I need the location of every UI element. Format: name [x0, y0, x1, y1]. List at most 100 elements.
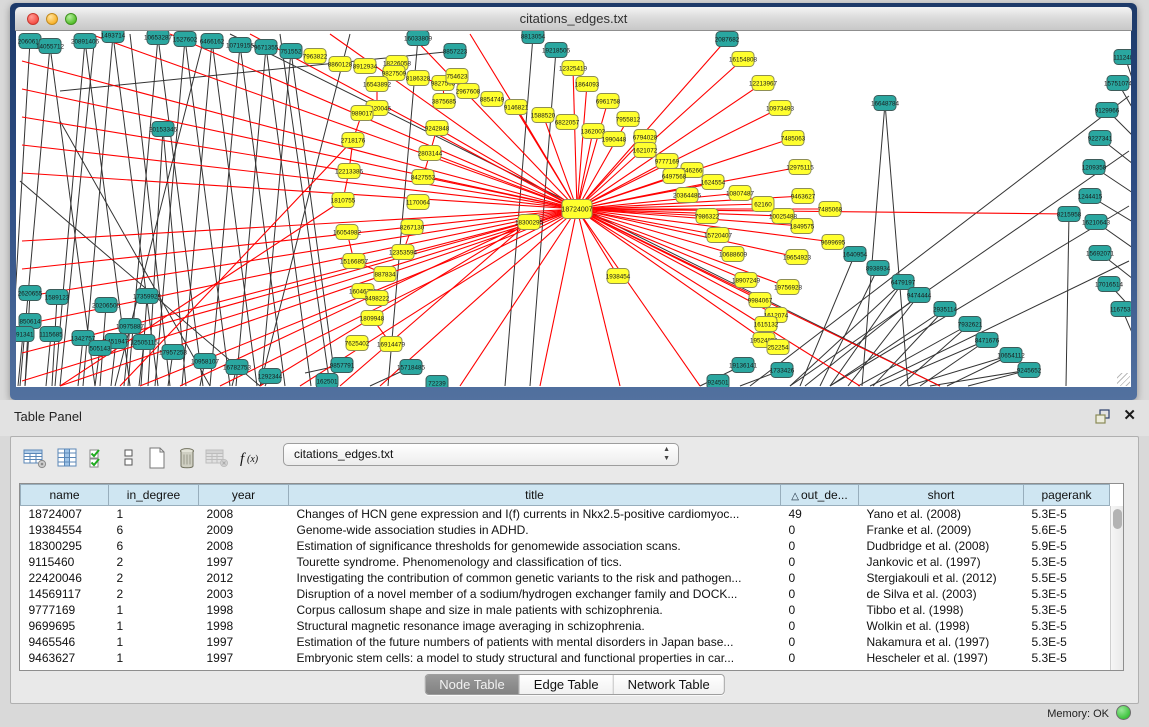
graph-node[interactable]: 3875685 [432, 94, 457, 109]
graph-node[interactable]: 7986322 [695, 209, 720, 224]
graph-node[interactable]: 12505115 [130, 335, 158, 350]
graph-node[interactable]: 12213386 [335, 164, 364, 179]
table-cell[interactable]: Structural magnetic resonance image aver… [289, 618, 781, 634]
table-cell[interactable]: Stergiakouli et al. (2012) [859, 570, 1024, 586]
graph-node[interactable]: 20891406 [71, 34, 100, 49]
table-cell[interactable]: 1 [109, 634, 199, 650]
graph-node[interactable]: 18907249 [732, 273, 761, 288]
graph-node[interactable]: 6822057 [555, 115, 580, 130]
table-row[interactable]: 946362711997Embryonic stem cells: a mode… [21, 650, 1110, 666]
table-cell[interactable]: 0 [781, 634, 859, 650]
graph-node[interactable]: 9227341 [1088, 131, 1113, 146]
graph-node[interactable]: 8912934 [353, 59, 378, 74]
graph-node[interactable]: 7485068 [818, 202, 843, 217]
table-cell[interactable]: 2009 [199, 522, 289, 538]
graph-node[interactable]: 8471676 [975, 333, 1000, 348]
hub-graph-node[interactable]: 18724007 [561, 200, 592, 219]
graph-node[interactable]: 16914479 [377, 337, 406, 352]
table-cell[interactable]: 1 [109, 618, 199, 634]
tab-node-table[interactable]: Node Table [425, 675, 520, 694]
graph-node[interactable]: 15166857 [340, 254, 369, 269]
graph-node[interactable]: 9671355 [254, 40, 279, 55]
graph-node[interactable]: 17957253 [159, 345, 188, 360]
graph-node[interactable]: 16210643 [1082, 215, 1111, 230]
new-table-icon[interactable] [143, 445, 171, 473]
graph-node[interactable]: 1115685 [39, 327, 63, 342]
column-header-in_degree[interactable]: in_degree [109, 485, 199, 506]
graph-node[interactable]: 8857223 [443, 44, 468, 59]
graph-node[interactable]: 1733426 [770, 363, 795, 378]
graph-node[interactable]: 887834 [374, 267, 396, 282]
table-cell[interactable]: 14569117 [21, 586, 109, 602]
table-cell[interactable]: 2003 [199, 586, 289, 602]
graph-node[interactable]: 7955812 [616, 112, 641, 127]
table-cell[interactable]: Nakamura et al. (1997) [859, 634, 1024, 650]
graph-node[interactable]: 10973493 [766, 101, 795, 116]
table-cell[interactable]: Embryonic stem cells: a model to study s… [289, 650, 781, 666]
graph-node[interactable]: 1167533 [1110, 302, 1131, 317]
graph-node[interactable]: 16054982 [333, 225, 362, 240]
graph-node[interactable]: 1170064 [406, 195, 431, 210]
graph-node[interactable]: 1209358 [1082, 160, 1107, 175]
graph-node[interactable]: 6961758 [596, 94, 621, 109]
graph-node[interactable]: 9146821 [504, 100, 529, 115]
table-row[interactable]: 1872400712008Changes of HCN gene express… [21, 506, 1110, 522]
graph-node[interactable]: 9857791 [330, 358, 355, 373]
graph-node[interactable]: 252254 [767, 340, 789, 355]
column-header-out_de[interactable]: △out_de... [781, 485, 859, 506]
graph-node[interactable]: 505143 [89, 341, 111, 356]
table-mode-icon[interactable] [21, 445, 49, 473]
table-cell[interactable]: 1 [109, 602, 199, 618]
table-cell[interactable]: 0 [781, 522, 859, 538]
table-cell[interactable]: 9777169 [21, 602, 109, 618]
column-header-pagerank[interactable]: pagerank [1024, 485, 1110, 506]
table-cell[interactable]: 5.3E-5 [1024, 586, 1110, 602]
graph-node[interactable]: 1938454 [606, 269, 631, 284]
graph-node[interactable]: 16154808 [729, 52, 758, 67]
table-cell[interactable]: 5.3E-5 [1024, 554, 1110, 570]
graph-node[interactable]: 15751074 [1104, 76, 1131, 91]
table-cell[interactable]: 5.6E-5 [1024, 522, 1110, 538]
graph-node[interactable]: 10654112 [997, 348, 1025, 363]
graph-node[interactable]: 10958107 [191, 354, 220, 369]
table-cell[interactable]: 2012 [199, 570, 289, 586]
table-cell[interactable]: 5.3E-5 [1024, 618, 1110, 634]
graph-node[interactable]: 3498222 [365, 291, 390, 306]
table-cell[interactable]: Yano et al. (2008) [859, 506, 1024, 522]
graph-node[interactable]: 8427552 [411, 170, 436, 185]
graph-node[interactable]: 2620655 [18, 286, 43, 301]
graph-node[interactable]: 1810755 [331, 193, 356, 208]
graph-node[interactable]: 10688609 [719, 247, 748, 262]
graph-node[interactable]: 1624554 [701, 175, 726, 190]
table-row[interactable]: 969969511998Structural magnetic resonanc… [21, 618, 1110, 634]
graph-node[interactable]: 2935114 [933, 302, 958, 317]
column-header-name[interactable]: name [21, 485, 109, 506]
table-cell[interactable]: 0 [781, 618, 859, 634]
table-cell[interactable]: 2 [109, 586, 199, 602]
graph-node[interactable]: 7963822 [303, 49, 328, 64]
graph-node[interactable]: 6497568 [662, 169, 687, 184]
table-row[interactable]: 1938455462009Genome-wide association stu… [21, 522, 1110, 538]
delete-table-icon[interactable] [173, 445, 201, 473]
table-cell[interactable]: 18724007 [21, 506, 109, 522]
graph-node[interactable]: 1112484 [1113, 50, 1131, 65]
table-cell[interactable]: 0 [781, 538, 859, 554]
table-cell[interactable]: 1 [109, 506, 199, 522]
tab-network-table[interactable]: Network Table [614, 675, 724, 694]
table-cell[interactable]: Estimation of the future numbers of pati… [289, 634, 781, 650]
graph-node[interactable]: 8813054 [521, 31, 546, 44]
graph-node[interactable]: 72239 [426, 376, 448, 388]
graph-node[interactable]: 2087682 [715, 32, 740, 47]
graph-node[interactable]: 7625402 [345, 336, 370, 351]
graph-node[interactable]: 8860128 [328, 57, 353, 72]
graph-node[interactable]: 2803144 [418, 146, 443, 161]
graph-node[interactable]: 9474444 [907, 288, 932, 303]
table-cell[interactable]: 2 [109, 570, 199, 586]
graph-node[interactable]: 19136141 [729, 358, 758, 373]
table-cell[interactable]: Franke et al. (2009) [859, 522, 1024, 538]
graph-node[interactable]: 12353594 [389, 245, 418, 260]
graph-node[interactable]: 391341 [16, 327, 34, 342]
table-cell[interactable]: 5.5E-5 [1024, 570, 1110, 586]
graph-node[interactable]: 9777169 [655, 154, 680, 169]
table-cell[interactable]: 1998 [199, 602, 289, 618]
